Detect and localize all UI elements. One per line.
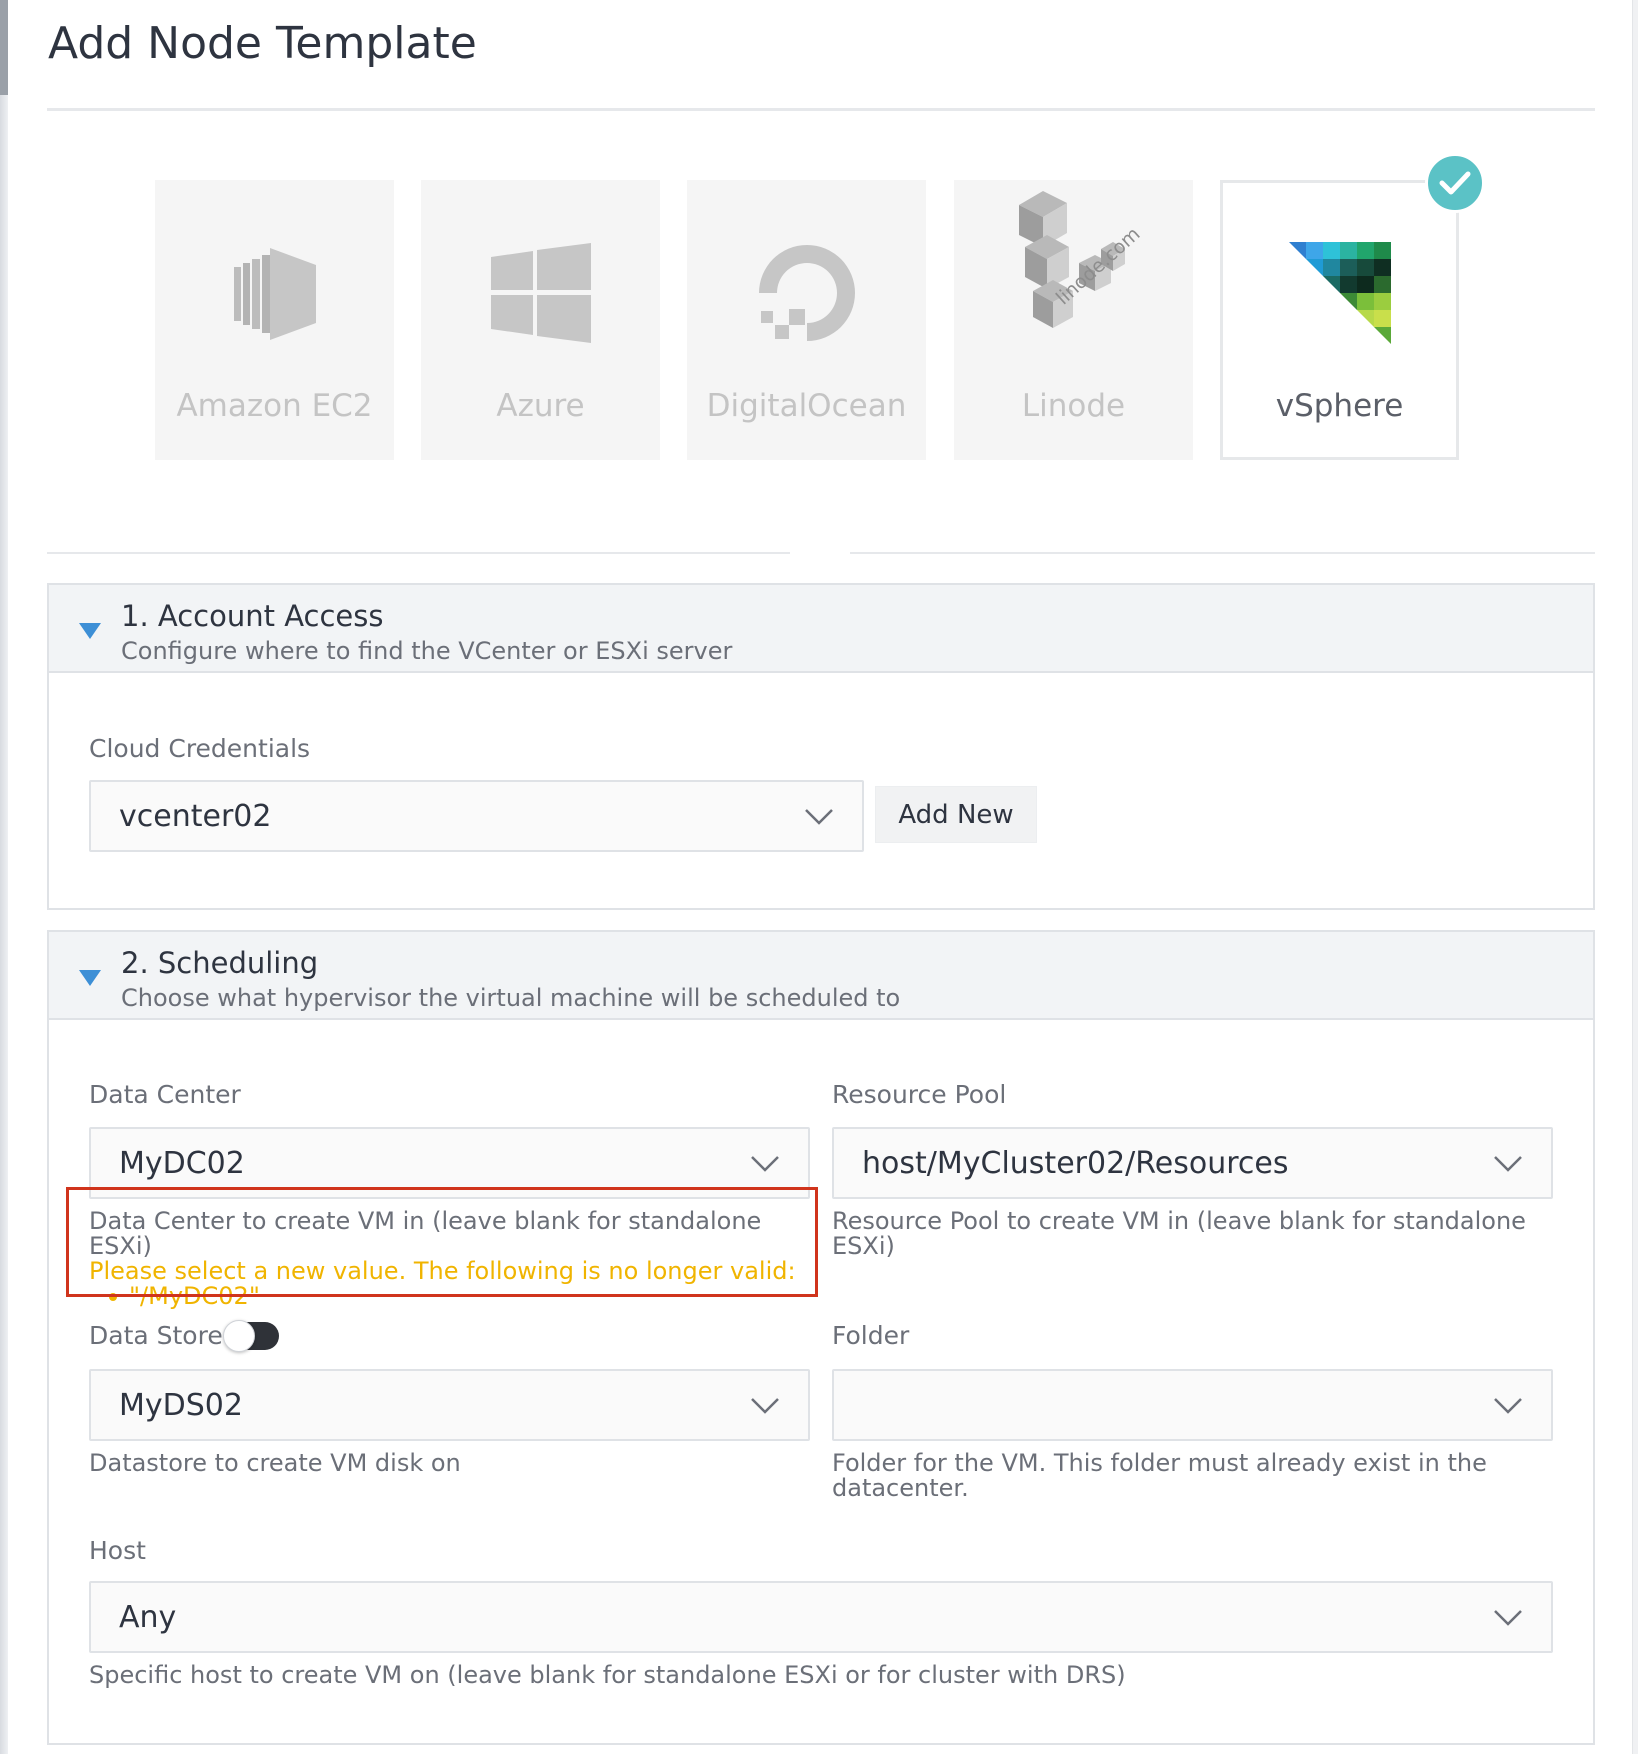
section-subtitle: Configure where to find the VCenter or E…: [121, 637, 733, 665]
host-label: Host: [89, 1536, 146, 1565]
section-title: 1. Account Access: [121, 599, 384, 633]
collapse-triangle-icon[interactable]: [79, 623, 101, 639]
chevron-down-icon: [1494, 1610, 1522, 1626]
driver-name: Azure: [496, 388, 585, 424]
chevron-down-icon: [805, 809, 833, 825]
select-value: MyDC02: [119, 1146, 245, 1181]
chevron-down-icon: [1494, 1398, 1522, 1414]
digitalocean-icon: [690, 223, 923, 363]
data-store-label: Data Store: [89, 1321, 223, 1350]
resource-pool-help-line: Resource Pool to create VM in (leave bla…: [832, 1207, 1526, 1235]
highlight-box: [66, 1187, 818, 1297]
driver-card-digitalocean[interactable]: DigitalOcean: [687, 180, 926, 460]
driver-list: Amazon EC2 Azure DigitalOcean linode.com…: [155, 180, 1459, 462]
driver-card-amazon-ec2[interactable]: Amazon EC2: [155, 180, 394, 460]
driver-card-azure[interactable]: Azure: [421, 180, 660, 460]
toggle-knob: [223, 1320, 255, 1352]
data-store-select[interactable]: MyDS02: [89, 1369, 810, 1441]
chevron-down-icon: [1494, 1156, 1522, 1172]
driver-name: Amazon EC2: [176, 388, 373, 424]
select-value: vcenter02: [119, 799, 272, 834]
data-center-label: Data Center: [89, 1080, 241, 1109]
data-store-toggle[interactable]: [223, 1320, 279, 1352]
section-divider-left: [47, 552, 790, 554]
left-edge-panel: [0, 0, 8, 1754]
amazon-ec2-icon: [158, 223, 391, 363]
account-access-header[interactable]: 1. Account Access Configure where to fin…: [49, 585, 1593, 673]
section-title: 2. Scheduling: [121, 946, 319, 980]
chevron-down-icon: [751, 1398, 779, 1414]
resource-pool-help-line: ESXi): [832, 1232, 895, 1260]
selected-check-icon: [1425, 153, 1485, 213]
cloud-credentials-select[interactable]: vcenter02: [89, 780, 864, 852]
folder-help: Folder for the VM. This folder must alre…: [832, 1451, 1552, 1501]
driver-name: Linode: [1021, 388, 1126, 424]
driver-name: vSphere: [1275, 388, 1404, 424]
chevron-down-icon: [751, 1156, 779, 1172]
section-subtitle: Choose what hypervisor the virtual machi…: [121, 984, 901, 1012]
host-help: Specific host to create VM on (leave bla…: [89, 1661, 1126, 1689]
azure-windows-icon: [424, 223, 657, 363]
vsphere-icon: [1223, 223, 1456, 363]
collapse-triangle-icon[interactable]: [79, 970, 101, 986]
scrollbar-track[interactable]: [1632, 0, 1638, 1754]
cloud-credentials-label: Cloud Credentials: [89, 734, 311, 763]
page-title: Add Node Template: [48, 18, 477, 69]
resource-pool-select[interactable]: host/MyCluster02/Resources: [832, 1127, 1553, 1199]
folder-label: Folder: [832, 1321, 910, 1350]
select-value: host/MyCluster02/Resources: [862, 1146, 1289, 1181]
title-divider: [47, 108, 1595, 111]
folder-help-line: datacenter.: [832, 1474, 969, 1502]
folder-select[interactable]: [832, 1369, 1553, 1441]
section-divider-right: [850, 552, 1595, 554]
driver-name: DigitalOcean: [706, 388, 907, 424]
resource-pool-help: Resource Pool to create VM in (leave bla…: [832, 1209, 1552, 1259]
folder-help-line: Folder for the VM. This folder must alre…: [832, 1449, 1487, 1477]
host-select[interactable]: Any: [89, 1581, 1553, 1653]
driver-card-vsphere[interactable]: vSphere: [1220, 180, 1459, 460]
select-value: MyDS02: [119, 1388, 243, 1423]
scheduling-header[interactable]: 2. Scheduling Choose what hypervisor the…: [49, 932, 1593, 1020]
data-store-help: Datastore to create VM disk on: [89, 1449, 461, 1477]
add-new-credential-button[interactable]: Add New: [875, 786, 1037, 843]
driver-card-linode[interactable]: linode.com Linode: [954, 180, 1193, 460]
select-value: Any: [119, 1600, 177, 1635]
resource-pool-label: Resource Pool: [832, 1080, 1007, 1109]
